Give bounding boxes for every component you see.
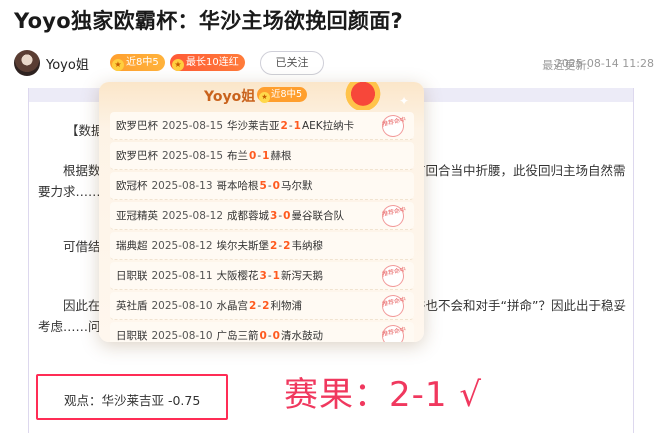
record-score-dash: -: [257, 300, 262, 312]
record-date: 2025-08-10: [151, 300, 213, 312]
update-time: 2025-08-14 11:28: [554, 57, 654, 70]
record-home-score: 2: [249, 300, 257, 312]
record-score-dash: -: [267, 180, 272, 192]
author-bar: Yoyo姐 ★ 近8中5 ★ 最长10连红 已关注 最近更新: 2025-08-14…: [14, 48, 654, 78]
record-home-team: 广岛三箭: [216, 330, 259, 342]
record-away-score: 0: [272, 330, 280, 342]
record-home-team: 哥本哈根: [216, 180, 259, 192]
record-away-score: 1: [293, 120, 301, 132]
record-row[interactable]: 日职联 2025-08-10 广岛三箭0-0清水鼓动 推荐命中: [110, 322, 414, 342]
viewpoint-highlight-box: 观点：华沙莱吉亚 -0.75: [36, 374, 228, 420]
record-date: 2025-08-12: [151, 240, 213, 252]
record-row[interactable]: 亚冠精英 2025-08-12 成都蓉城3-0曼谷联合队 推荐命中: [110, 202, 414, 230]
record-league: 欧冠杯: [116, 180, 148, 192]
record-away-team: 韦纳穆: [291, 240, 323, 252]
streak-badge[interactable]: ★ 近8中5: [110, 54, 165, 71]
record-home-team: 水晶宫: [216, 300, 249, 312]
medal-icon: ★: [259, 92, 270, 103]
record-league: 日职联: [116, 270, 148, 282]
record-home-team: 成都蓉城: [227, 210, 270, 222]
medal-icon: ★: [112, 59, 124, 71]
trophy-icon: [341, 82, 385, 110]
record-away-team: AEK拉纳卡: [301, 120, 355, 132]
record-home-score: 2: [270, 240, 278, 252]
record-date: 2025-08-11: [151, 270, 213, 282]
record-row[interactable]: 瑞典超 2025-08-12 埃尔夫斯堡2-2韦纳穆: [110, 232, 414, 260]
author-avatar[interactable]: [14, 50, 40, 76]
record-home-team: 大阪樱花: [216, 270, 259, 282]
record-home-score: 2: [280, 120, 288, 132]
record-league: 欧罗巴杯: [116, 120, 158, 132]
record-home-score: 0: [259, 330, 267, 342]
record-score-dash: -: [278, 240, 283, 252]
record-away-score: 2: [283, 240, 291, 252]
record-league: 瑞典超: [116, 240, 148, 252]
hit-stamp-icon: 推荐命中: [379, 262, 407, 290]
record-league: 亚冠精英: [116, 210, 158, 222]
hit-stamp-icon: 推荐命中: [379, 112, 407, 140]
author-name[interactable]: Yoyo姐: [46, 54, 89, 73]
record-score-dash: -: [278, 210, 283, 222]
record-list: 欧罗巴杯 2025-08-15 华沙莱吉亚2-1AEK拉纳卡 推荐命中 欧罗巴杯 2025…: [110, 112, 414, 342]
record-away-team: 赫根: [270, 150, 292, 162]
longest-streak-badge[interactable]: ★ 最长10连红: [170, 54, 245, 71]
record-home-team: 布兰: [227, 150, 249, 162]
record-away-team: 清水鼓动: [280, 330, 323, 342]
record-away-team: 利物浦: [270, 300, 302, 312]
popup-author-name: Yoyo姐: [204, 89, 256, 105]
hit-stamp-icon: 推荐命中: [379, 292, 407, 320]
record-row[interactable]: 欧罗巴杯 2025-08-15 华沙莱吉亚2-1AEK拉纳卡 推荐命中: [110, 112, 414, 140]
record-row[interactable]: 欧罗巴杯 2025-08-15 布兰0-1赫根: [110, 142, 414, 170]
record-score-dash: -: [267, 270, 272, 282]
article-title: Yoyo独家欧霸杯：华沙主场欲挽回颜面?: [14, 9, 404, 33]
record-score-dash: -: [288, 120, 293, 132]
record-away-team: 新泻天鹅: [280, 270, 323, 282]
record-away-score: 0: [283, 210, 291, 222]
record-league: 英社盾: [116, 300, 148, 312]
record-row[interactable]: 英社盾 2025-08-10 水晶宫2-2利物浦 推荐命中: [110, 292, 414, 320]
record-league: 日职联: [116, 330, 148, 342]
record-home-score: 0: [249, 150, 257, 162]
streak-badge-label: 近8中5: [126, 57, 159, 68]
record-score-dash: -: [267, 330, 272, 342]
sparkle-icon: ✦: [399, 94, 410, 108]
record-away-score: 1: [272, 270, 280, 282]
popup-streak-badge: ★ 近8中5: [257, 87, 308, 103]
medal-icon: ★: [172, 59, 184, 71]
record-away-score: 1: [262, 150, 270, 162]
hit-stamp-icon: 推荐命中: [379, 322, 407, 342]
author-record-popup: Yoyo姐 ★ 近8中5 ✦ 欧罗巴杯 2025-08-15 华沙莱吉亚2-1AEK拉…: [99, 82, 424, 342]
record-away-team: 马尔默: [280, 180, 313, 192]
record-date: 2025-08-10: [151, 330, 213, 342]
record-home-team: 华沙莱吉亚: [227, 120, 280, 132]
record-date: 2025-08-12: [162, 210, 224, 222]
record-away-score: 0: [272, 180, 280, 192]
record-away-score: 2: [262, 300, 270, 312]
record-row[interactable]: 日职联 2025-08-11 大阪樱花3-1新泻天鹅 推荐命中: [110, 262, 414, 290]
record-home-score: 3: [259, 270, 267, 282]
popup-header: Yoyo姐 ★ 近8中5 ✦: [99, 82, 424, 110]
longest-streak-label: 最长10连红: [186, 57, 239, 68]
record-home-score: 3: [270, 210, 278, 222]
record-date: 2025-08-15: [162, 120, 224, 132]
popup-badge-label: 近8中5: [271, 89, 303, 100]
record-row[interactable]: 欧冠杯 2025-08-13 哥本哈根5-0马尔默: [110, 172, 414, 200]
record-score-dash: -: [257, 150, 262, 162]
record-date: 2025-08-13: [151, 180, 213, 192]
record-date: 2025-08-15: [162, 150, 224, 162]
record-home-team: 埃尔夫斯堡: [216, 240, 270, 252]
match-result-annotation: 赛果：2-1 √: [284, 375, 483, 415]
follow-button[interactable]: 已关注: [260, 51, 324, 75]
record-league: 欧罗巴杯: [116, 150, 158, 162]
hit-stamp-icon: 推荐命中: [379, 202, 407, 230]
record-away-team: 曼谷联合队: [291, 210, 344, 222]
record-home-score: 5: [259, 180, 267, 192]
viewpoint-text: 观点：华沙莱吉亚 -0.75: [64, 393, 201, 408]
